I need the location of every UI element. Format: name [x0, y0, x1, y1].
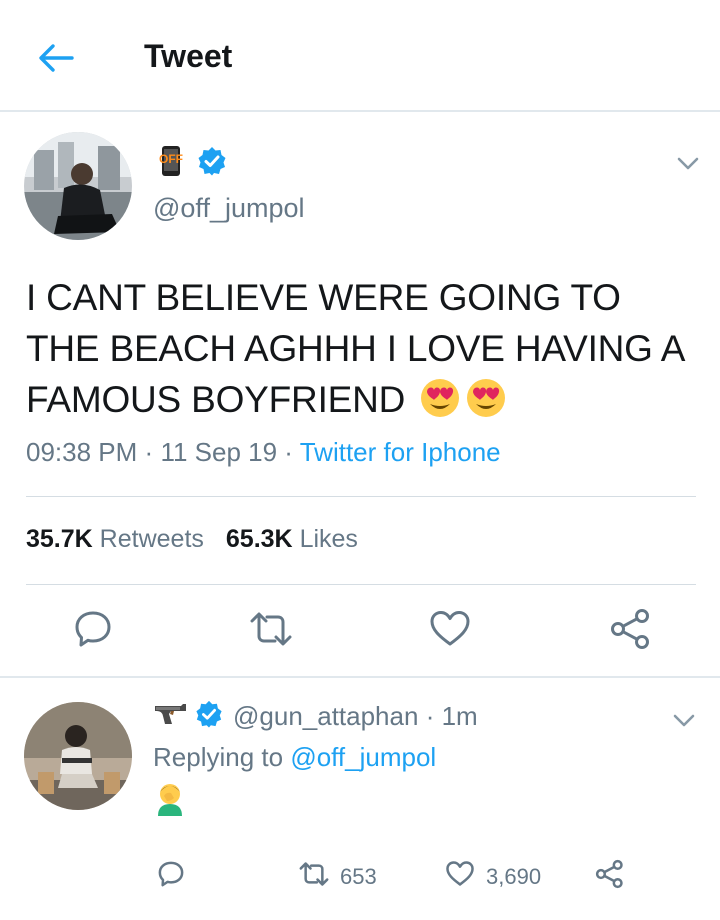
reply-like-button[interactable]: 3,690 [444, 858, 541, 895]
section-separator [0, 676, 720, 678]
tweet-date: 11 Sep 19 [160, 437, 278, 467]
author-avatar[interactable] [24, 132, 132, 240]
reply-author-handle[interactable]: @gun_attaphan · 1m [233, 701, 478, 732]
off-logo-icon: OFF [153, 146, 189, 181]
retweets-stat[interactable]: 35.7K Retweets [26, 525, 204, 553]
meta-separator: · [284, 437, 293, 467]
reply-time: 1m [441, 701, 478, 731]
retweet-icon[interactable] [248, 606, 294, 652]
like-heart-icon[interactable] [427, 606, 473, 652]
author-handle[interactable]: @off_jumpol [153, 193, 305, 224]
svg-text:OFF: OFF [159, 152, 183, 166]
reply-author-avatar[interactable] [24, 702, 132, 810]
verified-badge-icon [195, 700, 223, 733]
replying-to-line: Replying to @off_jumpol [153, 742, 436, 773]
facepalm-emoji-icon [154, 782, 186, 821]
reply-options-chevron-icon[interactable] [669, 705, 699, 735]
reply-retweet-count: 653 [340, 863, 377, 889]
reply-author-name-row: @gun_attaphan · 1m [153, 700, 478, 733]
tweet-time: 09:38 PM [26, 437, 138, 467]
retweets-count: 35.7K [26, 525, 93, 553]
tweet-stats: 35.7K Retweets 65.3K Likes [26, 525, 358, 554]
tweet-options-chevron-icon[interactable] [673, 148, 703, 178]
likes-label: Likes [299, 525, 358, 553]
reply-share-icon[interactable] [594, 858, 626, 890]
reply-icon[interactable] [70, 606, 116, 652]
tweet-body: I CANT BELIEVE WERE GOING TO THE BEACH A… [26, 277, 684, 420]
verified-badge-icon [197, 146, 227, 181]
likes-stat[interactable]: 65.3K Likes [226, 525, 358, 553]
top-bar: Tweet [0, 0, 720, 112]
reply-like-count: 3,690 [486, 863, 542, 889]
retweets-label: Retweets [99, 525, 204, 553]
divider [26, 496, 696, 497]
author-name-row: OFF [153, 146, 227, 181]
heart-icon [444, 858, 476, 895]
replying-prefix: Replying to [153, 742, 284, 772]
tweet-meta: 09:38 PM · 11 Sep 19 · Twitter for Iphon… [26, 437, 501, 468]
back-arrow-icon[interactable] [34, 36, 78, 80]
tweet-text: I CANT BELIEVE WERE GOING TO THE BEACH A… [26, 272, 696, 425]
tweet-source-link[interactable]: Twitter for Iphone [300, 437, 501, 467]
share-icon[interactable] [608, 606, 654, 652]
reply-separator: · [425, 701, 435, 731]
reply-retweet-button[interactable]: 653 [298, 858, 377, 895]
reply-reply-icon[interactable] [155, 858, 187, 890]
heart-eyes-emoji-icon [465, 377, 507, 419]
retweet-icon [298, 858, 330, 895]
likes-count: 65.3K [225, 525, 293, 553]
replying-to-mention[interactable]: @off_jumpol [290, 742, 436, 772]
gun-emoji-icon [153, 700, 189, 733]
heart-eyes-emoji-icon [419, 377, 461, 419]
page-title: Tweet [144, 38, 233, 74]
meta-separator: · [144, 437, 154, 467]
reply-handle-text: @gun_attaphan [233, 701, 419, 731]
divider [26, 584, 696, 585]
